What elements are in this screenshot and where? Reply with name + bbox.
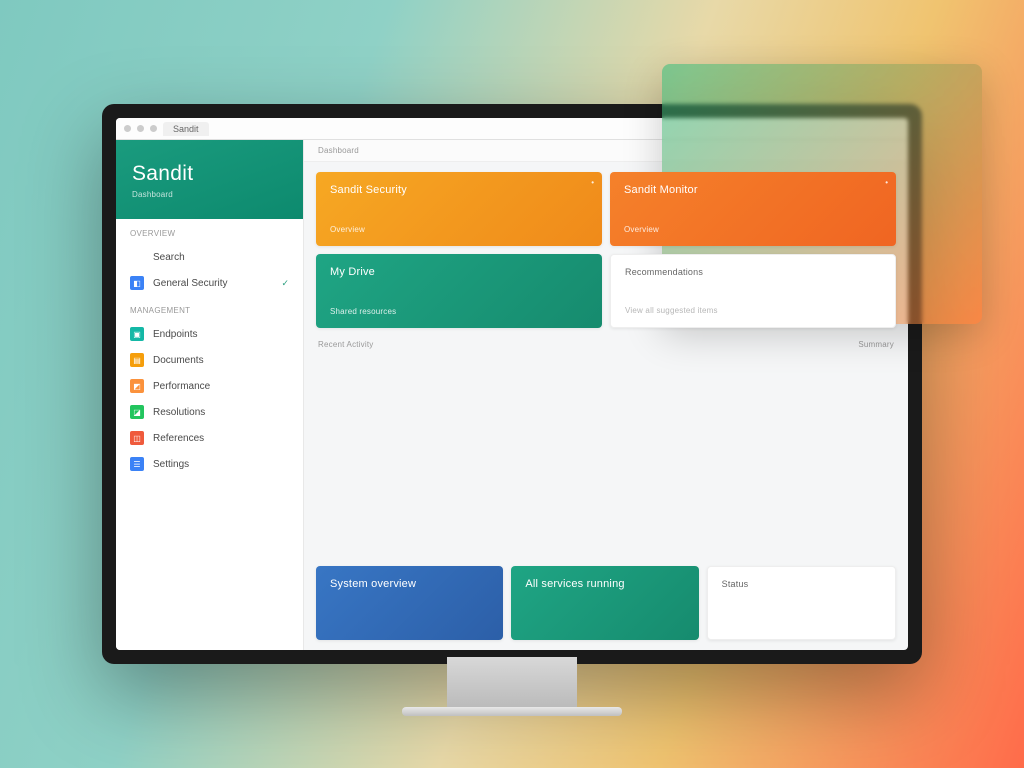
window-dot	[124, 125, 131, 132]
check-icon: ✓	[281, 278, 289, 289]
card-title: Status	[722, 579, 881, 589]
sidebar-section-management: Management	[116, 296, 303, 321]
card-menu-icon[interactable]: •	[885, 178, 888, 187]
sidebar-item-label: General Security	[153, 278, 227, 289]
sidebar-item-general-security[interactable]: ◧ General Security ✓	[116, 270, 303, 296]
sidebar-item-references[interactable]: ◫ References	[116, 425, 303, 451]
card-meta: Shared resources	[330, 307, 588, 316]
card-meta: Overview	[624, 225, 882, 234]
window-dot	[150, 125, 157, 132]
card-title: Sandit Monitor	[624, 184, 882, 196]
browser-tab[interactable]: Sandit	[163, 122, 209, 136]
endpoints-icon: ▣	[130, 327, 144, 341]
app-name: Sandit	[132, 162, 287, 186]
card-title: Sandit Security	[330, 184, 588, 196]
card-drive[interactable]: My Drive Shared resources	[316, 254, 602, 328]
sidebar-item-documents[interactable]: ▤ Documents	[116, 347, 303, 373]
performance-icon: ◩	[130, 379, 144, 393]
card-recommendations[interactable]: Recommendations View all suggested items	[610, 254, 896, 328]
card-monitor[interactable]: • Sandit Monitor Overview	[610, 172, 896, 246]
section-summary: Summary	[858, 340, 894, 554]
main-content: Dashboard • Sandit Security Overview • S…	[304, 140, 908, 650]
card-title: All services running	[525, 578, 684, 590]
card-meta: Overview	[330, 225, 588, 234]
sidebar: Sandit Dashboard Overview ▶ Search ◧ Genera…	[116, 140, 304, 650]
general-security-icon: ◧	[130, 276, 144, 290]
sidebar-item-search[interactable]: ▶ Search	[116, 244, 303, 270]
card-services[interactable]: All services running	[511, 566, 698, 640]
resolutions-icon: ◪	[130, 405, 144, 419]
card-menu-icon[interactable]: •	[591, 178, 594, 187]
window-dot	[137, 125, 144, 132]
sidebar-item-performance[interactable]: ◩ Performance	[116, 373, 303, 399]
section-recent: Recent Activity	[318, 340, 373, 554]
card-title: System overview	[330, 578, 489, 590]
browser-chrome: Sandit	[116, 118, 908, 140]
sidebar-item-endpoints[interactable]: ▣ Endpoints	[116, 321, 303, 347]
card-system-overview[interactable]: System overview	[316, 566, 503, 640]
card-meta: View all suggested items	[625, 306, 881, 315]
references-icon: ◫	[130, 431, 144, 445]
app-subtitle: Dashboard	[132, 190, 287, 199]
sidebar-item-label: Settings	[153, 459, 189, 470]
brand-block: Sandit Dashboard	[116, 140, 303, 219]
sidebar-item-label: Search	[153, 252, 185, 263]
documents-icon: ▤	[130, 353, 144, 367]
sidebar-item-label: References	[153, 433, 204, 444]
sidebar-item-label: Resolutions	[153, 407, 205, 418]
sidebar-item-label: Performance	[153, 381, 210, 392]
card-status[interactable]: Status	[707, 566, 896, 640]
settings-icon: ☰	[130, 457, 144, 471]
monitor-stand	[447, 657, 577, 712]
sidebar-section-overview: Overview	[116, 219, 303, 244]
sidebar-item-label: Documents	[153, 355, 204, 366]
page-heading: Dashboard	[304, 140, 908, 162]
sidebar-item-label: Endpoints	[153, 329, 197, 340]
search-icon: ▶	[130, 250, 144, 264]
sidebar-item-settings[interactable]: ☰ Settings	[116, 451, 303, 477]
card-security[interactable]: • Sandit Security Overview	[316, 172, 602, 246]
card-title: My Drive	[330, 266, 588, 278]
card-title: Recommendations	[625, 267, 881, 277]
sidebar-item-resolutions[interactable]: ◪ Resolutions	[116, 399, 303, 425]
